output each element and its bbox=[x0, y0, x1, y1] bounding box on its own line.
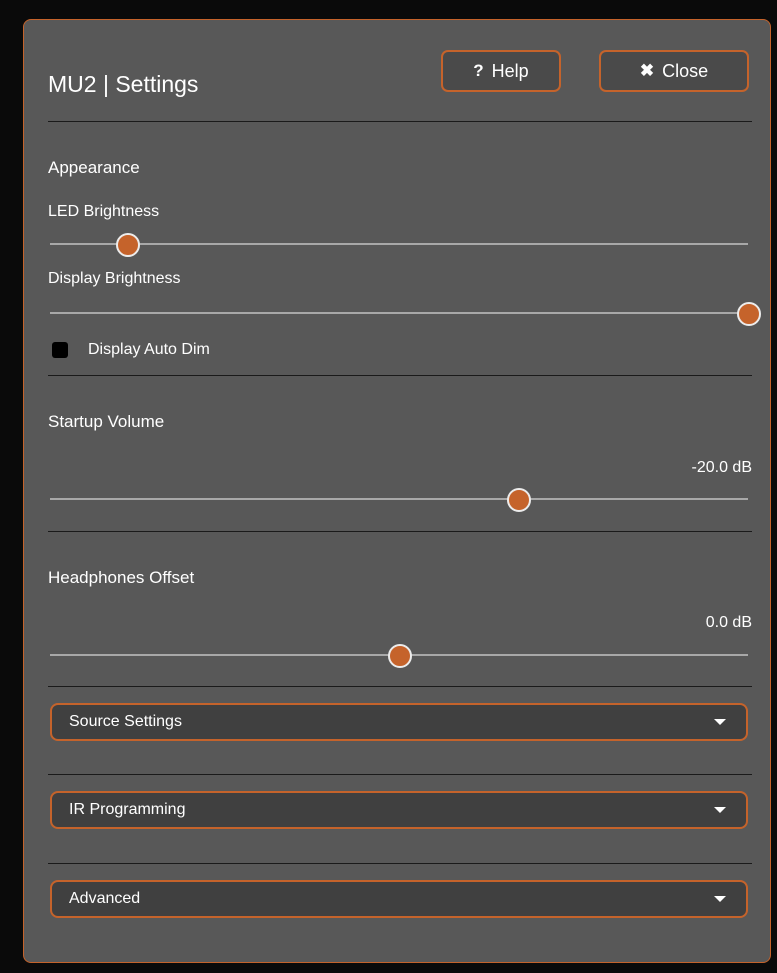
section-divider bbox=[48, 531, 752, 532]
help-button-label: Help bbox=[491, 60, 529, 81]
slider-thumb[interactable] bbox=[388, 644, 412, 668]
slider-thumb[interactable] bbox=[115, 233, 140, 257]
startup-volume-label: Startup Volume bbox=[48, 412, 165, 431]
slider-track bbox=[50, 312, 748, 314]
dropdown-label: Source Settings bbox=[69, 713, 182, 730]
section-divider bbox=[48, 686, 752, 687]
display-auto-dim-label: Display Auto Dim bbox=[88, 341, 210, 358]
source-settings-dropdown[interactable]: Source Settings bbox=[50, 703, 748, 741]
slider-track bbox=[50, 498, 748, 500]
dropdown-label: Advanced bbox=[69, 890, 141, 907]
headphones-offset-slider[interactable] bbox=[50, 643, 748, 668]
section-divider bbox=[48, 375, 752, 376]
display-brightness-slider[interactable] bbox=[50, 301, 761, 326]
slider-track bbox=[50, 243, 748, 245]
display-auto-dim-checkbox[interactable] bbox=[52, 342, 68, 358]
advanced-dropdown[interactable]: Advanced bbox=[50, 880, 748, 918]
caret-down-icon bbox=[714, 807, 726, 813]
question-icon: ? bbox=[473, 61, 484, 80]
startup-volume-slider[interactable] bbox=[50, 487, 748, 512]
help-button[interactable]: ? Help bbox=[441, 50, 561, 92]
display-brightness-label: Display Brightness bbox=[48, 270, 181, 287]
caret-down-icon bbox=[714, 719, 726, 725]
dropdown-label: IR Programming bbox=[69, 801, 186, 818]
ir-programming-dropdown[interactable]: IR Programming bbox=[50, 791, 748, 829]
appearance-section-label: Appearance bbox=[48, 158, 140, 177]
close-button-label: Close bbox=[662, 60, 709, 81]
slider-thumb[interactable] bbox=[506, 488, 531, 512]
led-brightness-label: LED Brightness bbox=[48, 203, 160, 220]
slider-thumb[interactable] bbox=[737, 302, 761, 326]
section-divider bbox=[48, 863, 752, 864]
caret-down-icon bbox=[714, 896, 726, 902]
close-button[interactable]: ✖ Close bbox=[599, 50, 749, 92]
headphones-offset-label: Headphones Offset bbox=[48, 568, 195, 587]
header-divider bbox=[48, 121, 752, 122]
headphones-offset-value: 0.0 dB bbox=[705, 614, 752, 631]
startup-volume-value: -20.0 dB bbox=[691, 459, 752, 476]
page-title: MU2 | Settings bbox=[48, 71, 199, 97]
led-brightness-slider[interactable] bbox=[50, 232, 748, 257]
section-divider bbox=[48, 774, 752, 775]
close-icon: ✖ bbox=[639, 61, 655, 80]
settings-panel: MU2 | Settings ? Help ✖ Close Appearance… bbox=[23, 19, 771, 963]
